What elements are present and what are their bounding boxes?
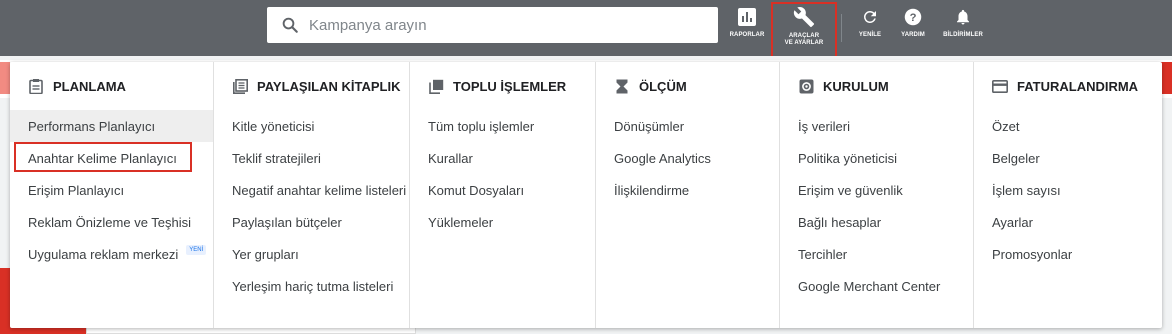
menu-item-google-merchant-center[interactable]: Google Merchant Center <box>780 270 973 302</box>
tools-menu-panel: PLANLAMA Performans Planlayıcı Anahtar K… <box>10 62 1162 328</box>
menu-item-negative-keyword-lists[interactable]: Negatif anahtar kelime listeleri <box>214 174 409 206</box>
help-icon: ? <box>904 8 922 26</box>
menu-item-label: Uygulama reklam merkezi <box>28 246 179 262</box>
menu-column-setup: KURULUM İş verileri Politika yöneticisi … <box>779 62 973 328</box>
column-title: PAYLAŞILAN KİTAPLIK <box>257 78 401 94</box>
column-title: FATURALANDIRMA <box>1017 78 1139 94</box>
menu-item-uploads[interactable]: Yüklemeler <box>410 206 595 238</box>
svg-text:?: ? <box>910 12 917 24</box>
clipboard-icon <box>28 78 44 94</box>
menu-item-summary[interactable]: Özet <box>974 110 1162 142</box>
background-alert-left <box>0 62 10 94</box>
column-title: KURULUM <box>823 78 889 94</box>
menu-item-scripts[interactable]: Komut Dosyaları <box>410 174 595 206</box>
new-badge: YENİ <box>186 245 207 255</box>
top-bar: RAPORLAR ARAÇLAR VE AYARLAR YENİLE ? YAR… <box>0 0 1172 60</box>
menu-item-linked-accounts[interactable]: Bağlı hesaplar <box>780 206 973 238</box>
menu-item-preferences[interactable]: Tercihler <box>780 238 973 270</box>
column-header: PAYLAŞILAN KİTAPLIK <box>214 74 409 98</box>
menu-item-policy-manager[interactable]: Politika yöneticisi <box>780 142 973 174</box>
reports-button[interactable]: RAPORLAR <box>728 8 766 39</box>
menu-item-promotions[interactable]: Promosyonlar <box>974 238 1162 270</box>
menu-item-settings[interactable]: Ayarlar <box>974 206 1162 238</box>
column-header: ÖLÇÜM <box>596 74 779 98</box>
refresh-label: YENİLE <box>858 32 882 38</box>
menu-item-documents[interactable]: Belgeler <box>974 142 1162 174</box>
notifications-label: BİLDİRİMLER <box>943 32 983 38</box>
menu-item-ad-preview[interactable]: Reklam Önizleme ve Teşhisi <box>10 206 213 238</box>
tools-highlight-box <box>771 2 837 60</box>
menu-item-all-bulk-actions[interactable]: Tüm toplu işlemler <box>410 110 595 142</box>
library-icon <box>232 78 248 94</box>
menu-column-shared-library: PAYLAŞILAN KİTAPLIK Kitle yöneticisi Tek… <box>213 62 409 328</box>
copy-icon <box>428 78 444 94</box>
column-header: FATURALANDIRMA <box>974 74 1162 98</box>
menu-item-audience-manager[interactable]: Kitle yöneticisi <box>214 110 409 142</box>
column-header: KURULUM <box>780 74 973 98</box>
notifications-button[interactable]: BİLDİRİMLER <box>938 8 988 39</box>
hourglass-icon <box>614 78 630 94</box>
menu-column-measurement: ÖLÇÜM Dönüşümler Google Analytics İlişki… <box>595 62 779 328</box>
search-icon <box>282 17 298 33</box>
column-title: ÖLÇÜM <box>639 78 687 94</box>
menu-item-app-ad-hub[interactable]: Uygulama reklam merkezi YENİ <box>10 238 213 270</box>
column-title: PLANLAMA <box>53 78 126 94</box>
campaign-search-box[interactable] <box>267 7 718 43</box>
menu-item-reach-planner[interactable]: Erişim Planlayıcı <box>10 174 213 206</box>
menu-column-billing: FATURALANDIRMA Özet Belgeler İşlem sayıs… <box>973 62 1162 328</box>
menu-item-access-and-security[interactable]: Erişim ve güvenlik <box>780 174 973 206</box>
keyword-planner-highlight-box <box>14 142 192 172</box>
bell-icon <box>957 9 969 25</box>
refresh-icon <box>863 10 876 23</box>
menu-item-rules[interactable]: Kurallar <box>410 142 595 174</box>
help-button[interactable]: ? YARDIM <box>896 8 930 39</box>
menu-item-performance-planner[interactable]: Performans Planlayıcı <box>10 110 213 142</box>
menu-item-placement-exclusion-lists[interactable]: Yerleşim hariç tutma listeleri <box>214 270 409 302</box>
reports-icon <box>738 8 756 26</box>
search-input[interactable] <box>309 16 689 34</box>
menu-item-business-data[interactable]: İş verileri <box>780 110 973 142</box>
reports-label: RAPORLAR <box>729 32 765 38</box>
menu-item-shared-budgets[interactable]: Paylaşılan bütçeler <box>214 206 409 238</box>
column-header: TOPLU İŞLEMLER <box>410 74 595 98</box>
help-label: YARDIM <box>901 32 925 38</box>
menu-item-transactions[interactable]: İşlem sayısı <box>974 174 1162 206</box>
menu-item-conversions[interactable]: Dönüşümler <box>596 110 779 142</box>
refresh-button[interactable]: YENİLE <box>852 8 888 39</box>
credit-card-icon <box>992 78 1008 94</box>
menu-item-bid-strategies[interactable]: Teklif stratejileri <box>214 142 409 174</box>
menu-item-google-analytics[interactable]: Google Analytics <box>596 142 779 174</box>
column-title: TOPLU İŞLEMLER <box>453 78 567 94</box>
gear-icon <box>798 78 814 94</box>
menu-item-attribution[interactable]: İlişkilendirme <box>596 174 779 206</box>
column-header: PLANLAMA <box>10 74 213 98</box>
menu-column-planning: PLANLAMA Performans Planlayıcı Anahtar K… <box>10 62 213 328</box>
menu-item-location-groups[interactable]: Yer grupları <box>214 238 409 270</box>
toolbar-divider <box>841 14 842 42</box>
menu-column-bulk-actions: TOPLU İŞLEMLER Tüm toplu işlemler Kurall… <box>409 62 595 328</box>
